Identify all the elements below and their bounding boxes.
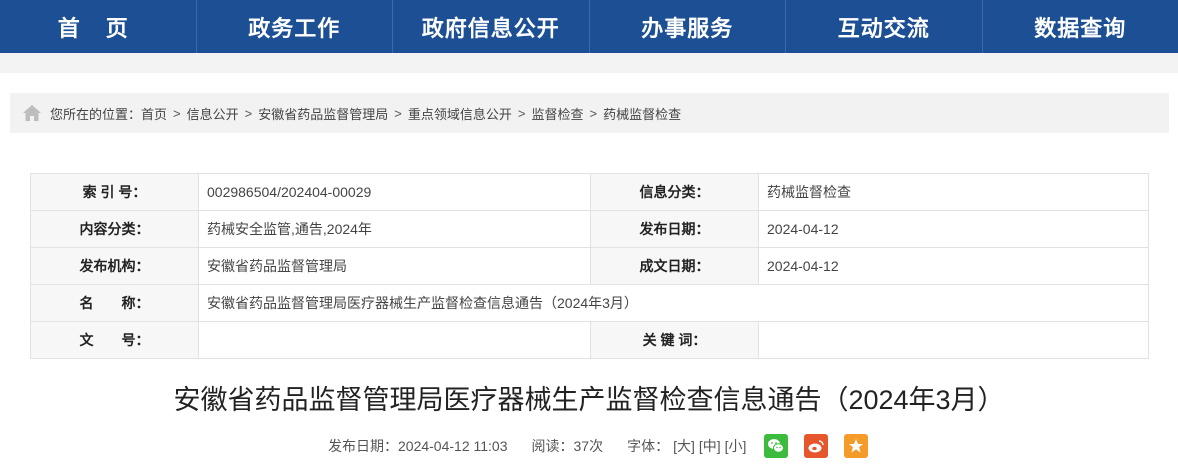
content-category-label: 内容分类： <box>30 210 199 248</box>
breadcrumb-key-areas[interactable]: 重点领域信息公开 <box>408 104 512 123</box>
publish-date-label: 发布日期： <box>590 210 759 248</box>
document-number-label: 文 号： <box>30 321 199 359</box>
name-label: 名 称： <box>30 284 199 322</box>
document-date-label: 成文日期： <box>590 247 759 285</box>
category-label: 信息分类： <box>590 173 759 211</box>
home-icon <box>22 103 42 123</box>
document-info-table: 索 引 号： 002986504/202404-00029 信息分类： 药械监督… <box>30 173 1149 359</box>
breadcrumb-separator: > <box>244 105 253 121</box>
breadcrumb-supervision[interactable]: 监督检查 <box>531 104 583 123</box>
breadcrumb-separator: > <box>394 105 402 121</box>
nav-data-query[interactable]: 数据查询 <box>983 0 1178 53</box>
index-label: 索 引 号： <box>30 173 199 211</box>
view-count: 阅读：37次 <box>531 438 604 454</box>
table-row: 名 称： 安徽省药品监督管理局医疗器械生产监督检查信息通告（2024年3月） <box>30 284 1149 322</box>
document-date-value: 2024-04-12 <box>758 247 1149 285</box>
nav-home[interactable]: 首 页 <box>0 0 197 53</box>
category-value: 药械监督检查 <box>758 173 1149 211</box>
publisher-value: 安徽省药品监督管理局 <box>198 247 591 285</box>
font-large-button[interactable]: [大] <box>673 436 695 456</box>
main-nav: 首 页 政务工作 政府信息公开 办事服务 互动交流 数据查询 <box>0 0 1178 53</box>
document-number-value <box>198 321 591 359</box>
table-row: 发布机构： 安徽省药品监督管理局 成文日期： 2024-04-12 <box>30 247 1149 285</box>
nav-interaction[interactable]: 互动交流 <box>786 0 983 53</box>
weibo-icon[interactable] <box>804 434 829 458</box>
keywords-value <box>758 321 1149 359</box>
breadcrumb-separator: > <box>173 105 181 121</box>
font-medium-button[interactable]: [中] <box>699 436 721 456</box>
nav-underbar <box>0 53 1178 73</box>
breadcrumb: 您所在的位置： 首页 > 信息公开 > 安徽省药品监督管理局 > 重点领域信息公… <box>10 93 1169 133</box>
publisher-label: 发布机构： <box>30 247 199 285</box>
publish-date-value: 2024-04-12 <box>758 210 1149 248</box>
table-row: 内容分类： 药械安全监管,通告,2024年 发布日期： 2024-04-12 <box>30 210 1149 248</box>
nav-info-disclosure[interactable]: 政府信息公开 <box>393 0 590 53</box>
table-row: 索 引 号： 002986504/202404-00029 信息分类： 药械监督… <box>30 173 1149 211</box>
breadcrumb-prefix: 您所在的位置： <box>50 106 142 122</box>
index-value: 002986504/202404-00029 <box>198 173 591 211</box>
breadcrumb-device-inspection[interactable]: 药械监督检查 <box>603 104 681 123</box>
breadcrumb-agency[interactable]: 安徽省药品监督管理局 <box>258 104 388 123</box>
article-meta: 发布日期：2024-04-12 11:03 阅读：37次 字体： [大] [中]… <box>328 432 872 460</box>
font-size-label: 字体： <box>627 438 670 454</box>
font-small-button[interactable]: [小] <box>725 436 747 456</box>
nav-government-work[interactable]: 政务工作 <box>197 0 393 53</box>
star-icon[interactable] <box>844 434 869 458</box>
name-value: 安徽省药品监督管理局医疗器械生产监督检查信息通告（2024年3月） <box>198 284 1149 322</box>
breadcrumb-home[interactable]: 首页 <box>141 104 167 123</box>
breadcrumb-separator: > <box>589 105 598 121</box>
article-title: 安徽省药品监督管理局医疗器械生产监督检查信息通告（2024年3月） <box>173 385 1005 415</box>
publish-datetime: 发布日期：2024-04-12 11:03 <box>328 438 508 454</box>
table-row: 文 号： 关 键 词： <box>30 321 1149 359</box>
breadcrumb-info-disclosure[interactable]: 信息公开 <box>187 104 239 123</box>
nav-services[interactable]: 办事服务 <box>590 0 786 53</box>
breadcrumb-separator: > <box>517 105 526 121</box>
content-category-value: 药械安全监管,通告,2024年 <box>198 210 591 248</box>
wechat-icon[interactable] <box>764 434 789 458</box>
keywords-label: 关 键 词： <box>590 321 759 359</box>
